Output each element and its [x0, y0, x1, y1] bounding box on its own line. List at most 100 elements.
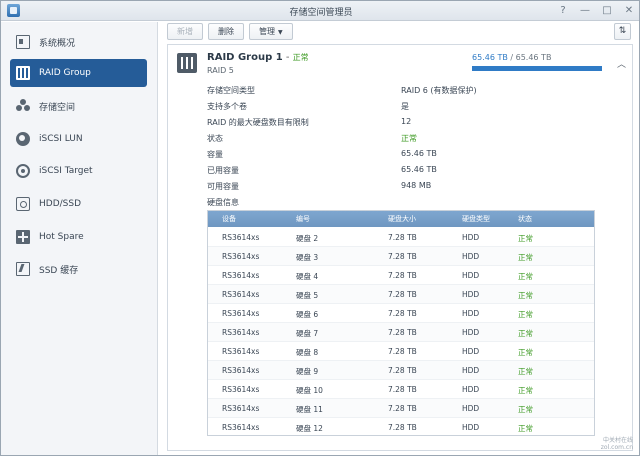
- cell-size: 7.28 TB: [388, 385, 417, 394]
- cell-status: 正常: [518, 329, 533, 338]
- cell-size: 7.28 TB: [388, 233, 417, 242]
- property-key: 容量: [207, 150, 223, 159]
- cell-type: HDD: [462, 423, 480, 432]
- sidebar-item-label: Hot Spare: [39, 232, 84, 242]
- property-key: 可用容量: [207, 182, 239, 191]
- cell-status: 正常: [518, 405, 533, 414]
- cell-type: HDD: [462, 366, 480, 375]
- minimize-icon[interactable]: —: [579, 3, 591, 18]
- maximize-icon[interactable]: □: [601, 3, 613, 18]
- cell-number: 硬盘 10: [296, 386, 323, 395]
- property-value: 65.46 TB: [401, 165, 437, 174]
- property-row: 容量 65.46 TB: [207, 149, 507, 163]
- column-header[interactable]: 状态: [518, 214, 532, 224]
- cell-size: 7.28 TB: [388, 252, 417, 261]
- capacity-bar: [472, 66, 602, 71]
- sidebar-item-label: SSD 缓存: [39, 265, 79, 276]
- capacity-used: 65.46 TB: [472, 53, 508, 62]
- disk-table: 设备 编号 硬盘大小 硬盘类型 状态 RS3614xs 硬盘 2 7.28 TB HD…: [207, 210, 595, 436]
- create-button[interactable]: 新增: [167, 23, 203, 40]
- cell-number: 硬盘 8: [296, 348, 319, 357]
- column-header[interactable]: 硬盘大小: [388, 214, 416, 224]
- sidebar-item-volume[interactable]: 存储空间: [10, 92, 147, 120]
- chevron-up-icon[interactable]: ︿: [617, 57, 626, 70]
- property-value: 948 MB: [401, 181, 432, 190]
- property-row: 支持多个卷 是: [207, 101, 507, 115]
- storage-manager-window: 存储空间管理员 ? — □ ✕ 系统概况 RAID Group 存储空间 iSC…: [0, 0, 640, 456]
- table-row[interactable]: RS3614xs 硬盘 5 7.28 TB HDD 正常: [208, 285, 594, 304]
- iscsi-target-icon: [16, 164, 30, 178]
- close-icon[interactable]: ✕: [623, 3, 635, 18]
- table-row[interactable]: RS3614xs 硬盘 6 7.28 TB HDD 正常: [208, 304, 594, 323]
- cell-status: 正常: [518, 272, 533, 281]
- disk-info-title: 硬盘信息: [207, 198, 239, 207]
- cell-number: 硬盘 9: [296, 367, 319, 376]
- volume-icon: [16, 99, 30, 113]
- raid-group-icon: [16, 66, 30, 80]
- table-row[interactable]: RS3614xs 硬盘 7 7.28 TB HDD 正常: [208, 323, 594, 342]
- cell-status: 正常: [518, 234, 533, 243]
- table-row[interactable]: RS3614xs 硬盘 8 7.28 TB HDD 正常: [208, 342, 594, 361]
- cell-number: 硬盘 4: [296, 272, 319, 281]
- table-row[interactable]: RS3614xs 硬盘 3 7.28 TB HDD 正常: [208, 247, 594, 266]
- column-header[interactable]: 设备: [222, 214, 236, 224]
- raid-level: RAID 5: [207, 66, 234, 75]
- cell-number: 硬盘 6: [296, 310, 319, 319]
- disk-table-header: 设备 编号 硬盘大小 硬盘类型 状态: [208, 211, 594, 227]
- property-key: RAID 的最大硬盘数目有限制: [207, 118, 309, 127]
- cell-device: RS3614xs: [222, 404, 260, 413]
- table-row[interactable]: RS3614xs 硬盘 12 7.28 TB HDD 正常: [208, 418, 594, 435]
- sidebar-item-hot-spare[interactable]: Hot Spare: [10, 223, 147, 251]
- cell-number: 硬盘 11: [296, 405, 323, 414]
- column-header[interactable]: 硬盘类型: [462, 214, 490, 224]
- cell-number: 硬盘 2: [296, 234, 319, 243]
- property-key: 状态: [207, 134, 223, 143]
- cell-device: RS3614xs: [222, 233, 260, 242]
- cell-size: 7.28 TB: [388, 347, 417, 356]
- cell-status: 正常: [518, 253, 533, 262]
- table-row[interactable]: RS3614xs 硬盘 4 7.28 TB HDD 正常: [208, 266, 594, 285]
- column-header[interactable]: 编号: [296, 214, 310, 224]
- sidebar-item-raid-group[interactable]: RAID Group: [10, 59, 147, 87]
- watermark-line: 中关村在线: [602, 437, 633, 444]
- sidebar-item-ssd-cache[interactable]: SSD 缓存: [10, 255, 147, 283]
- ssd-cache-icon: [16, 262, 30, 276]
- sidebar-item-iscsi-lun[interactable]: iSCSI LUN: [10, 125, 147, 153]
- help-icon[interactable]: ?: [557, 3, 569, 18]
- property-row: RAID 的最大硬盘数目有限制 12: [207, 117, 507, 131]
- sidebar-item-iscsi-target[interactable]: iSCSI Target: [10, 157, 147, 185]
- manage-dropdown-button[interactable]: 管理 ▼: [249, 23, 293, 40]
- watermark-logo: 中关村在线 zol.com.cn: [593, 437, 633, 451]
- raid-group-title: RAID Group 1 - 正常: [207, 52, 309, 63]
- property-value: 是: [401, 102, 409, 111]
- cell-device: RS3614xs: [222, 290, 260, 299]
- sidebar-item-overview[interactable]: 系统概况: [10, 28, 147, 56]
- sidebar: 系统概况 RAID Group 存储空间 iSCSI LUN iSCSI Tar…: [1, 22, 158, 455]
- capacity-total: 65.46 TB: [515, 53, 552, 62]
- property-key: 已用容量: [207, 166, 239, 175]
- raid-group-panel: RAID Group 1 - 正常 RAID 5 65.46 TB / 65.4…: [167, 44, 633, 451]
- cell-status: 正常: [518, 424, 533, 433]
- window-title: 存储空间管理员: [289, 8, 353, 18]
- watermark-line: zol.com.cn: [600, 444, 633, 451]
- delete-button[interactable]: 删除: [208, 23, 244, 40]
- table-row[interactable]: RS3614xs 硬盘 11 7.28 TB HDD 正常: [208, 399, 594, 418]
- cell-size: 7.28 TB: [388, 423, 417, 432]
- sidebar-item-label: iSCSI LUN: [39, 134, 83, 144]
- cell-size: 7.28 TB: [388, 328, 417, 337]
- table-row[interactable]: RS3614xs 硬盘 2 7.28 TB HDD 正常: [208, 228, 594, 247]
- sort-icon[interactable]: ⇅: [614, 23, 631, 40]
- cell-type: HDD: [462, 328, 480, 337]
- cell-number: 硬盘 7: [296, 329, 319, 338]
- property-row: 可用容量 948 MB: [207, 181, 507, 195]
- property-key: 支持多个卷: [207, 102, 247, 111]
- table-row[interactable]: RS3614xs 硬盘 9 7.28 TB HDD 正常: [208, 361, 594, 380]
- raid-group-icon: [177, 53, 197, 73]
- cell-device: RS3614xs: [222, 385, 260, 394]
- hot-spare-icon: [16, 230, 30, 244]
- capacity-readout: 65.46 TB / 65.46 TB: [472, 53, 551, 62]
- property-value: 65.46 TB: [401, 149, 437, 158]
- sidebar-item-hdd-ssd[interactable]: HDD/SSD: [10, 190, 147, 218]
- table-row[interactable]: RS3614xs 硬盘 10 7.28 TB HDD 正常: [208, 380, 594, 399]
- cell-status: 正常: [518, 291, 533, 300]
